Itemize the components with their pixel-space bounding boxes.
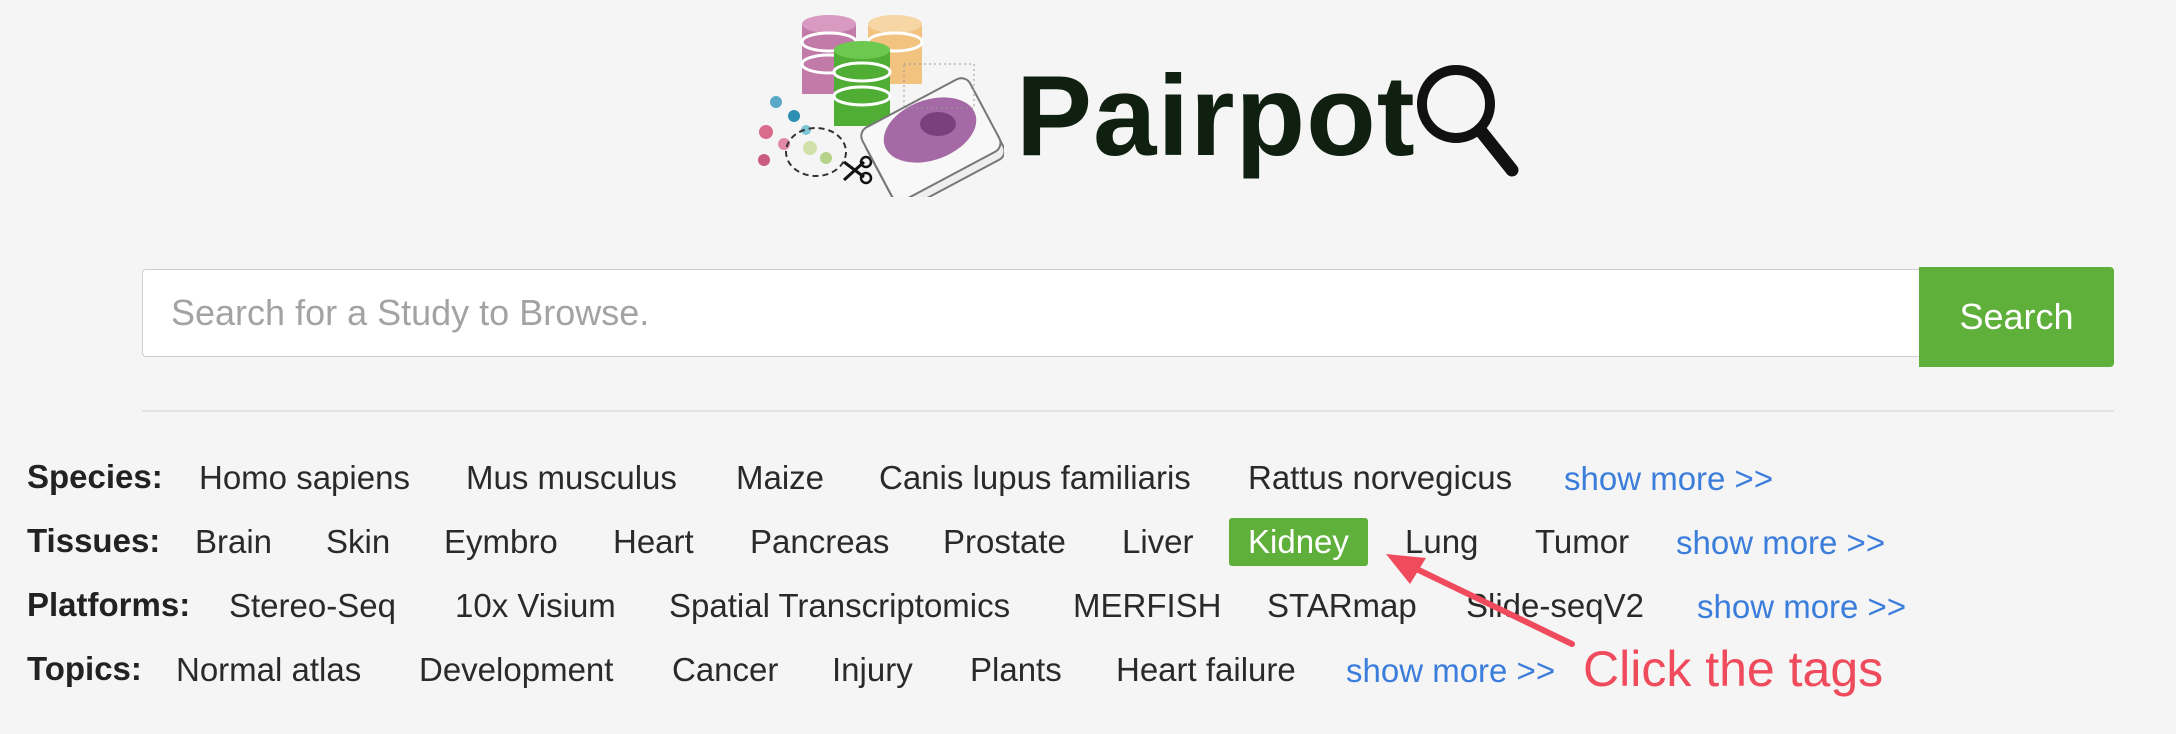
tissues-show-more-link[interactable]: show more >>: [1676, 519, 1885, 567]
annotation-text: Click the tags: [1583, 641, 1884, 697]
annotation-arrow-icon: [1386, 554, 1575, 647]
tag-merfish[interactable]: MERFISH: [1054, 582, 1241, 630]
platforms-label: Platforms:: [27, 586, 191, 623]
tag-kidney-active[interactable]: Kidney: [1229, 518, 1368, 566]
tag-eymbro[interactable]: Eymbro: [425, 518, 577, 566]
brand-name: Pairpot: [1016, 53, 1416, 180]
tag-pancreas[interactable]: Pancreas: [731, 518, 908, 566]
topics-label: Topics:: [27, 650, 142, 687]
search-bar: Search: [142, 267, 2114, 367]
tag-heart-failure[interactable]: Heart failure: [1097, 646, 1315, 694]
tag-homo-sapiens[interactable]: Homo sapiens: [180, 454, 429, 502]
tag-10x-visium[interactable]: 10x Visium: [436, 582, 635, 630]
tag-mus-musculus[interactable]: Mus musculus: [447, 454, 696, 502]
tag-skin[interactable]: Skin: [307, 518, 409, 566]
search-button[interactable]: Search: [1919, 267, 2114, 367]
species-show-more-link[interactable]: show more >>: [1564, 455, 1773, 503]
platforms-show-more-link[interactable]: show more >>: [1697, 583, 1906, 631]
cells-icon: [758, 96, 847, 177]
species-label: Species:: [27, 458, 163, 495]
tag-development[interactable]: Development: [400, 646, 632, 694]
tag-normal-atlas[interactable]: Normal atlas: [157, 646, 380, 694]
tissues-label: Tissues:: [27, 522, 161, 559]
tag-prostate[interactable]: Prostate: [924, 518, 1085, 566]
tag-canis-lupus-familiaris[interactable]: Canis lupus familiaris: [860, 454, 1210, 502]
tag-heart[interactable]: Heart: [594, 518, 713, 566]
tag-cancer[interactable]: Cancer: [653, 646, 797, 694]
tag-plants[interactable]: Plants: [951, 646, 1081, 694]
divider: [142, 410, 2114, 412]
tag-spatial-transcriptomics[interactable]: Spatial Transcriptomics: [650, 582, 1029, 630]
search-input[interactable]: [142, 269, 1919, 357]
magnifier-icon: [1417, 65, 1519, 177]
tag-injury[interactable]: Injury: [813, 646, 932, 694]
tag-brain[interactable]: Brain: [176, 518, 291, 566]
brand-logo: Pairpot: [754, 12, 1519, 197]
tag-stereo-seq[interactable]: Stereo-Seq: [210, 582, 415, 630]
tag-rattus-norvegicus[interactable]: Rattus norvegicus: [1229, 454, 1531, 502]
scissors-icon: [842, 155, 873, 185]
logo-graphic: [758, 15, 1004, 197]
tag-liver[interactable]: Liver: [1103, 518, 1213, 566]
tag-maize[interactable]: Maize: [717, 454, 843, 502]
